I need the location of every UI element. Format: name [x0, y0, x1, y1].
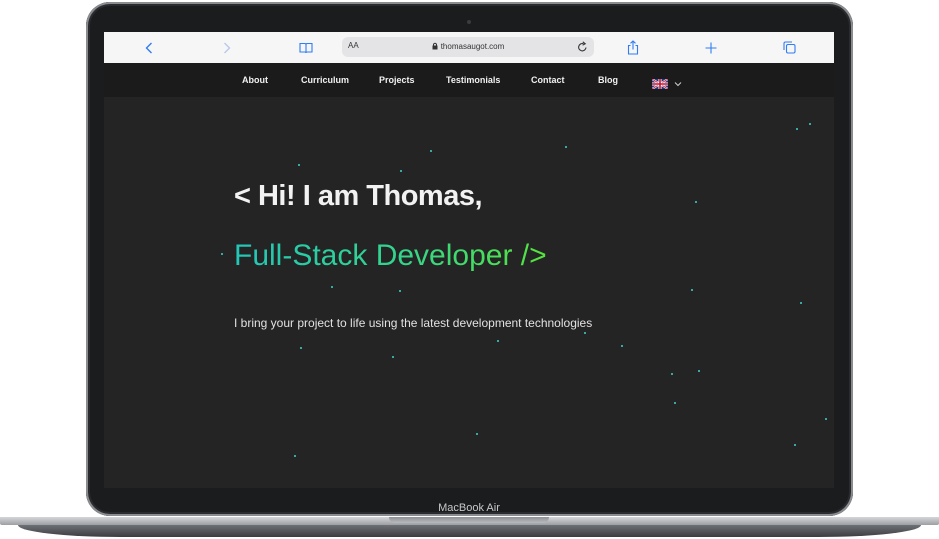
nav-item-testimonials[interactable]: Testimonials: [446, 75, 500, 85]
lock-icon: [432, 42, 438, 52]
particle-dot: [691, 289, 693, 291]
nav-item-curriculum[interactable]: Curriculum: [301, 75, 349, 85]
particle-dot: [400, 170, 402, 172]
url-text: thomasaugot.com: [440, 42, 505, 51]
base-foot: [18, 525, 921, 537]
back-button[interactable]: [138, 32, 160, 63]
laptop-chin: MacBook Air: [104, 500, 834, 516]
tabs-button[interactable]: [778, 32, 800, 63]
hero-tagline: I bring your project to life using the l…: [234, 316, 593, 330]
uk-flag-icon[interactable]: [651, 76, 669, 90]
particle-dot: [300, 347, 302, 349]
particle-dot: [695, 201, 697, 203]
particle-dot: [565, 146, 567, 148]
particle-dot: [698, 370, 700, 372]
browser-toolbar: AA thomasaugot.com: [104, 32, 834, 64]
particle-dot: [430, 150, 432, 152]
particle-dot: [621, 345, 623, 347]
nav-item-contact[interactable]: Contact: [531, 75, 565, 85]
chevron-right-icon: [223, 42, 231, 54]
particle-dot: [809, 123, 811, 125]
camera-dot: [467, 20, 471, 24]
book-icon: [299, 42, 313, 54]
particle-dot: [221, 253, 223, 255]
laptop-base: [0, 517, 939, 539]
address-bar[interactable]: AA thomasaugot.com: [342, 37, 594, 57]
particle-dot: [298, 164, 300, 166]
nav-item-blog[interactable]: Blog: [598, 75, 618, 85]
share-button[interactable]: [622, 32, 644, 63]
particle-dot: [392, 356, 394, 358]
browser-screen: AA thomasaugot.com About Curriculum Proj…: [104, 32, 834, 488]
particle-dot: [584, 332, 586, 334]
base-notch: [389, 517, 549, 523]
url-display[interactable]: thomasaugot.com: [342, 42, 594, 52]
particle-dot: [497, 340, 499, 342]
particle-dot: [476, 433, 478, 435]
reload-icon[interactable]: [577, 40, 588, 58]
chevron-left-icon: [145, 42, 153, 54]
tabs-icon: [782, 41, 796, 54]
particle-dot: [399, 290, 401, 292]
particle-dot: [671, 373, 673, 375]
hero-role: Full-Stack Developer />: [234, 239, 547, 272]
share-icon: [627, 40, 639, 55]
particle-dot: [331, 286, 333, 288]
hero-greeting: < Hi! I am Thomas,: [234, 180, 483, 212]
particle-dot: [294, 455, 296, 457]
plus-icon: [705, 42, 717, 54]
nav-item-about[interactable]: About: [242, 75, 268, 85]
site-navigation: About Curriculum Projects Testimonials C…: [104, 63, 834, 97]
device-label: MacBook Air: [438, 502, 500, 514]
bookmarks-button[interactable]: [294, 32, 318, 63]
particle-dot: [825, 418, 827, 420]
new-tab-button[interactable]: [700, 32, 722, 63]
particle-dot: [796, 128, 798, 130]
particle-dot: [794, 444, 796, 446]
particle-dot: [800, 302, 802, 304]
forward-button[interactable]: [216, 32, 238, 63]
chevron-down-icon[interactable]: [674, 75, 682, 93]
nav-item-projects[interactable]: Projects: [379, 75, 415, 85]
particle-dot: [674, 402, 676, 404]
